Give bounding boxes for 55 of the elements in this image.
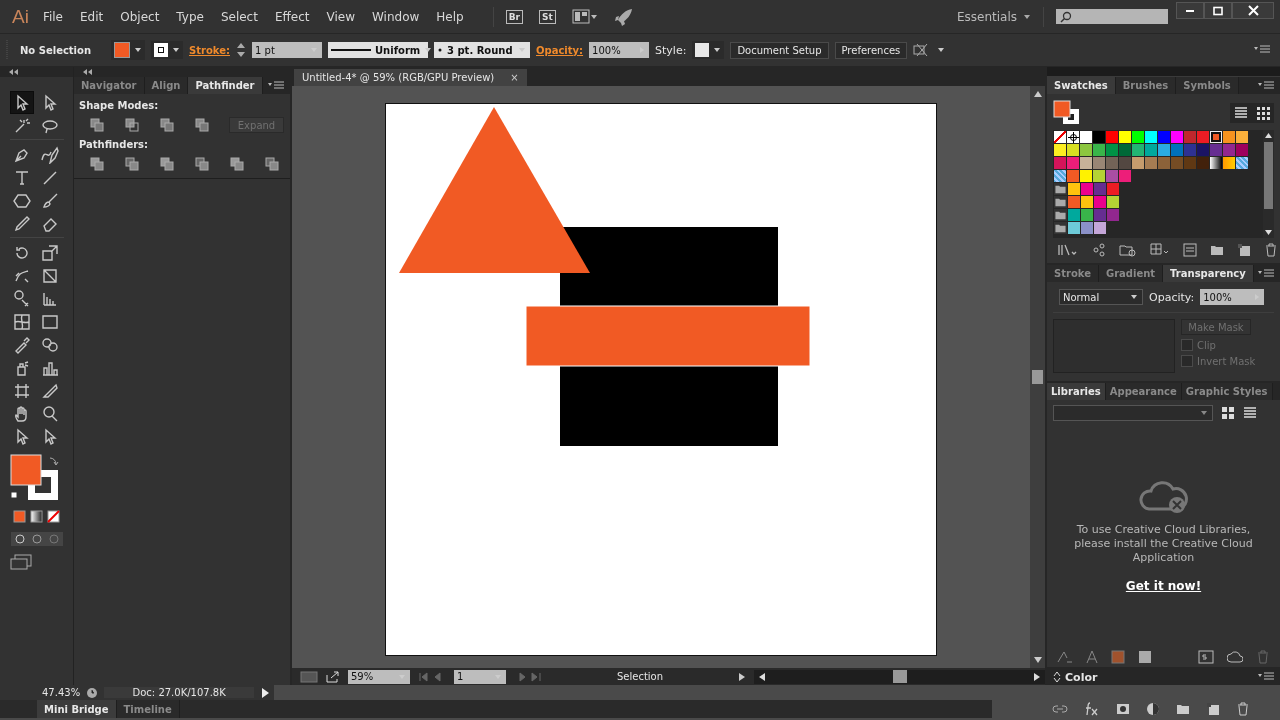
checkbox-label: Invert Mask (1197, 355, 1256, 367)
menu-item[interactable]: Effect (274, 9, 310, 24)
menu-item[interactable]: Object (120, 9, 160, 24)
current-tool-label: Selection (615, 671, 665, 682)
panel-tab[interactable]: Mini Bridge (37, 700, 117, 718)
opacity-field[interactable]: 100% (589, 42, 650, 58)
blend-mode-dropdown[interactable]: Normal (1059, 289, 1143, 305)
panel-tab[interactable]: Brushes (1115, 77, 1177, 94)
menu-item[interactable]: File (42, 9, 63, 24)
zoom-readout: 47.43% (42, 687, 81, 698)
workspace-switcher[interactable]: Essentials (956, 9, 1017, 24)
panel-tab[interactable]: Libraries (1047, 383, 1106, 400)
color-panel-tab[interactable]: Color (1047, 669, 1280, 685)
brush-dropdown[interactable]: 3 pt. Round (434, 42, 530, 58)
stroke-weight-field[interactable]: 1 pt (252, 42, 322, 58)
panel-tab[interactable]: Symbols (1176, 77, 1239, 94)
tab-close-button[interactable]: × (510, 72, 519, 83)
menu-item[interactable]: Edit (80, 9, 104, 24)
menu-item[interactable]: Window (371, 9, 420, 24)
menu-item[interactable]: Type (176, 9, 204, 24)
checkbox-label: Clip (1197, 339, 1216, 351)
toolbar-button[interactable]: Document Setup (730, 41, 829, 59)
panel-tab[interactable]: Graphic Styles (1181, 383, 1273, 400)
section-label: Pathfinders: (79, 139, 150, 150)
app-badge-button[interactable]: Br (505, 9, 523, 24)
opacity-label: Opacity: (1149, 290, 1195, 304)
panel-tab[interactable]: Swatches (1047, 77, 1116, 94)
panel-tab[interactable]: Gradient (1098, 265, 1164, 282)
panel-tab[interactable]: Navigator (74, 77, 145, 94)
menu-item[interactable]: View (326, 9, 355, 24)
stroke-link[interactable]: Stroke: (189, 44, 230, 56)
document-title: Untitled-4* @ 59% (RGB/GPU Preview) (302, 72, 495, 83)
menu-item[interactable]: Select (220, 9, 258, 24)
app-logo: Ai (12, 5, 29, 28)
app-badge-button[interactable]: St (538, 9, 556, 24)
opacity-field[interactable]: 100% (1200, 289, 1265, 305)
menu-item[interactable]: Help (436, 9, 464, 24)
zoom-field[interactable]: 59% (348, 669, 410, 684)
opacity-link[interactable]: Opacity: (536, 44, 584, 56)
doc-info: Doc: 27.0K/107.8K (104, 687, 255, 698)
panel-tab[interactable]: Pathfinder (188, 77, 263, 94)
style-label: Style: (655, 43, 687, 57)
panel-tab[interactable]: Transparency (1163, 265, 1254, 282)
stroke-profile-dropdown[interactable]: Uniform (328, 42, 428, 58)
get-it-link[interactable]: Get it now! (1125, 578, 1202, 593)
panel-tab[interactable]: Stroke (1047, 265, 1099, 282)
section-label: Shape Modes: (79, 100, 160, 111)
library-message: To use Creative Cloud Libraries, please install the Creative Cloud Application (1073, 522, 1254, 565)
toolbar-button[interactable]: Preferences (834, 41, 908, 59)
color-panel-title: Color (1065, 670, 1098, 684)
document-tab[interactable]: Untitled-4* @ 59% (RGB/GPU Preview) × (294, 69, 527, 86)
selection-label: No Selection (20, 44, 92, 56)
panel-tab[interactable]: Appearance (1105, 383, 1182, 400)
artboard-number-field[interactable]: 1 (454, 669, 506, 684)
panel-tab[interactable]: Align (144, 77, 189, 94)
